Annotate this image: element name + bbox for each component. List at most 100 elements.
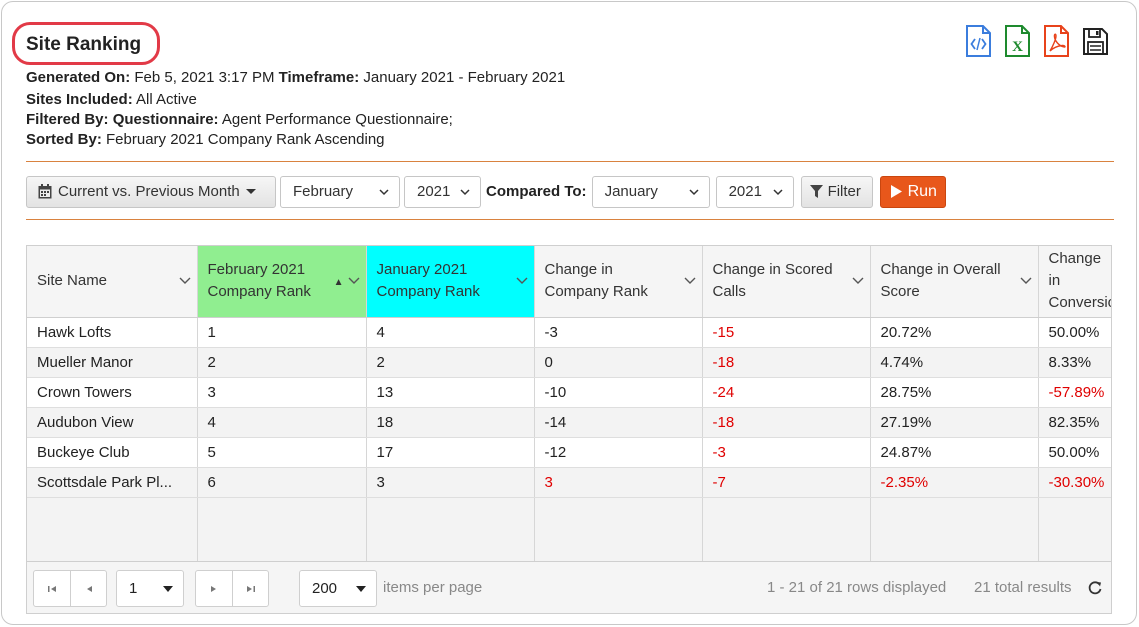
column-menu-icon[interactable] xyxy=(348,274,360,286)
column-menu-icon[interactable] xyxy=(684,274,696,286)
cell-change-score: 28.75% xyxy=(870,377,1039,408)
generated-value: Feb 5, 2021 3:17 PM xyxy=(134,69,275,86)
cell-jan-rank: 4 xyxy=(366,317,535,348)
period-dropdown-button[interactable]: Current vs. Previous Month xyxy=(26,175,276,208)
table-row[interactable]: Mueller Manor 2 2 0 -18 4.74% 8.33% xyxy=(27,347,1111,378)
period-label: Current vs. Previous Month xyxy=(58,183,240,200)
save-icon[interactable] xyxy=(1081,24,1109,58)
month-current-value: February xyxy=(293,183,354,200)
caret-down-icon xyxy=(163,585,173,592)
cell-site-name: Hawk Lofts xyxy=(27,317,198,348)
chevron-down-icon xyxy=(379,188,389,195)
column-header-feb-rank[interactable]: February 2021 Company Rank ▲ xyxy=(197,246,367,318)
first-page-icon xyxy=(48,585,56,592)
cell-change-conversion: 50.00% xyxy=(1038,317,1111,348)
run-button[interactable]: Run xyxy=(879,175,946,208)
year-select-compare[interactable]: 2021 xyxy=(715,175,794,208)
empty-cell xyxy=(1038,497,1111,561)
cell-change-score: 24.87% xyxy=(870,437,1039,468)
cell-change-score: -2.35% xyxy=(870,467,1039,498)
column-header-change-calls[interactable]: Change in Scored Calls xyxy=(702,246,871,318)
table-row[interactable]: Hawk Lofts 1 4 -3 -15 20.72% 50.00% xyxy=(27,317,1111,348)
prev-page-icon xyxy=(86,585,92,592)
cell-change-conversion: -57.89% xyxy=(1038,377,1111,408)
cell-feb-rank: 1 xyxy=(197,317,367,348)
next-page-button[interactable] xyxy=(196,571,232,606)
questionnaire-label: Questionnaire: xyxy=(112,111,219,128)
column-menu-icon[interactable] xyxy=(516,274,528,286)
column-header-change-rank[interactable]: Change in Company Rank xyxy=(534,246,703,318)
table-row[interactable]: Audubon View 4 18 -14 -18 27.19% 82.35% xyxy=(27,407,1111,438)
filter-button[interactable]: Filter xyxy=(800,175,873,208)
filter-icon xyxy=(809,184,823,199)
html-export-icon[interactable] xyxy=(964,24,992,58)
cell-jan-rank: 18 xyxy=(366,407,535,438)
column-menu-icon[interactable] xyxy=(1020,274,1032,286)
month-select-compare[interactable]: January xyxy=(591,175,710,208)
cell-change-conversion: 50.00% xyxy=(1038,437,1111,468)
caret-down-icon xyxy=(356,585,366,592)
prev-page-button[interactable] xyxy=(70,571,106,606)
cell-site-name: Audubon View xyxy=(27,407,198,438)
table-row[interactable]: Scottsdale Park Pl... 6 3 3 -7 -2.35% -30.30% xyxy=(27,467,1111,498)
column-header-jan-rank[interactable]: January 2021 Company Rank xyxy=(366,246,535,318)
column-header-label: Change in Conversion xyxy=(1048,250,1112,312)
pager-first-prev-group xyxy=(33,570,107,607)
column-header-label: Change in Overall Score xyxy=(880,261,1001,301)
column-header-label: Change in Company Rank xyxy=(544,261,648,301)
year-compare-value: 2021 xyxy=(728,183,762,200)
sites-label: Sites Included: xyxy=(26,91,133,108)
cell-change-score: 20.72% xyxy=(870,317,1039,348)
pdf-export-icon[interactable] xyxy=(1042,24,1070,58)
empty-cell xyxy=(702,497,871,561)
cell-change-rank: -3 xyxy=(534,317,703,348)
sites-value: All Active xyxy=(136,91,197,108)
year-select-current[interactable]: 2021 xyxy=(404,175,481,208)
excel-export-icon[interactable]: X xyxy=(1003,24,1031,58)
next-page-icon xyxy=(211,585,216,592)
cell-change-conversion: -30.30% xyxy=(1038,467,1111,498)
cell-jan-rank: 17 xyxy=(366,437,535,468)
report-toolbar: Current vs. Previous Month February 2021… xyxy=(26,175,946,208)
month-select-current[interactable]: February xyxy=(280,175,400,208)
last-page-button[interactable] xyxy=(232,571,268,606)
refresh-icon[interactable] xyxy=(1087,580,1103,596)
column-menu-icon[interactable] xyxy=(852,274,864,286)
meta-sorted-line: Sorted By: February 2021 Company Rank As… xyxy=(26,130,385,150)
cell-change-calls: -24 xyxy=(702,377,871,408)
export-toolbar: X xyxy=(964,24,1109,58)
cell-site-name: Crown Towers xyxy=(27,377,198,408)
first-page-button[interactable] xyxy=(34,571,70,606)
empty-cell xyxy=(870,497,1039,561)
column-header-change-conversion[interactable]: Change in Conversion xyxy=(1038,246,1112,318)
empty-cell xyxy=(366,497,535,561)
cell-change-calls: -15 xyxy=(702,317,871,348)
cell-feb-rank: 3 xyxy=(197,377,367,408)
page-number-select[interactable]: 1 xyxy=(116,570,184,607)
sorted-label: Sorted By: xyxy=(26,131,102,148)
page-size-select[interactable]: 200 xyxy=(299,570,377,607)
meta-filter-line: Filtered By: Questionnaire: Agent Perfor… xyxy=(26,110,453,130)
ranking-grid: Site Name February 2021 Company Rank ▲ J… xyxy=(26,245,1112,562)
table-row[interactable]: Buckeye Club 5 17 -12 -3 24.87% 50.00% xyxy=(27,437,1111,468)
page-title: Site Ranking xyxy=(26,34,142,55)
filter-label: Filter xyxy=(827,183,861,200)
generated-label: Generated On: xyxy=(26,69,131,86)
cell-jan-rank: 13 xyxy=(366,377,535,408)
column-header-change-score[interactable]: Change in Overall Score xyxy=(870,246,1039,318)
month-compare-value: January xyxy=(604,183,658,200)
cell-change-rank: -12 xyxy=(534,437,703,468)
run-label: Run xyxy=(907,182,937,200)
cell-site-name: Mueller Manor xyxy=(27,347,198,378)
column-menu-icon[interactable] xyxy=(179,274,191,286)
calendar-icon xyxy=(38,184,52,199)
column-header-site-name[interactable]: Site Name xyxy=(27,246,198,318)
last-page-icon xyxy=(246,585,255,592)
grid-body: Hawk Lofts 1 4 -3 -15 20.72% 50.00% Mueller Man… xyxy=(27,317,1111,561)
table-row[interactable]: Crown Towers 3 13 -10 -24 28.75% -57.89% xyxy=(27,377,1111,408)
header-row: Site Name February 2021 Company Rank ▲ J… xyxy=(27,246,1112,318)
empty-cell xyxy=(197,497,367,561)
page-size-value: 200 xyxy=(312,580,338,597)
cell-feb-rank: 2 xyxy=(197,347,367,378)
pager-next-last-group xyxy=(195,570,269,607)
